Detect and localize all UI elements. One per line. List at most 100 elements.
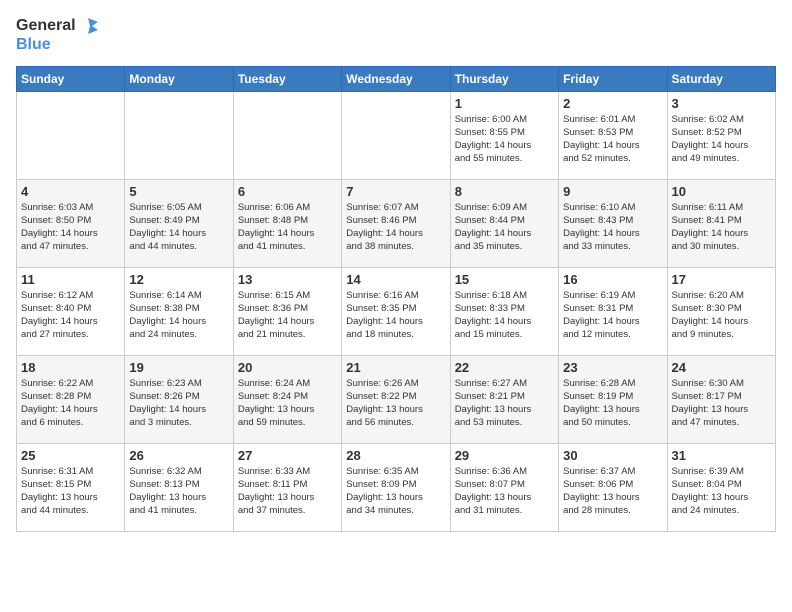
calendar-body: 1Sunrise: 6:00 AM Sunset: 8:55 PM Daylig… bbox=[17, 91, 776, 531]
calendar-cell: 24 Sunrise: 6:30 AM Sunset: 8:17 PM Dayli… bbox=[667, 355, 775, 443]
calendar-cell: 29 Sunrise: 6:36 AM Sunset: 8:07 PM Dayli… bbox=[450, 443, 558, 531]
day-number: 25 bbox=[21, 448, 120, 463]
logo-display: General Blue bbox=[16, 16, 98, 54]
day-number: 6 bbox=[238, 184, 337, 199]
logo-blue: Blue bbox=[16, 36, 51, 53]
day-number: 26 bbox=[129, 448, 228, 463]
day-info: Sunrise: 6:10 AM Sunset: 8:43 PM Dayligh… bbox=[563, 201, 662, 254]
day-info: Sunrise: 6:01 AM Sunset: 8:53 PM Dayligh… bbox=[563, 113, 662, 166]
calendar-table: SundayMondayTuesdayWednesdayThursdayFrid… bbox=[16, 66, 776, 532]
day-info: Sunrise: 6:36 AM Sunset: 8:07 PM Dayligh… bbox=[455, 465, 554, 518]
calendar-cell: 7 Sunrise: 6:07 AM Sunset: 8:46 PM Daylig… bbox=[342, 179, 450, 267]
day-number: 27 bbox=[238, 448, 337, 463]
day-number: 20 bbox=[238, 360, 337, 375]
calendar-cell: 8Sunrise: 6:09 AM Sunset: 8:44 PM Daylig… bbox=[450, 179, 558, 267]
day-number: 7 bbox=[346, 184, 445, 199]
day-number: 5 bbox=[129, 184, 228, 199]
calendar-cell: 6 Sunrise: 6:06 AM Sunset: 8:48 PM Daylig… bbox=[233, 179, 341, 267]
day-number: 24 bbox=[672, 360, 771, 375]
day-number: 22 bbox=[455, 360, 554, 375]
calendar-cell: 1Sunrise: 6:00 AM Sunset: 8:55 PM Daylig… bbox=[450, 91, 558, 179]
day-info: Sunrise: 6:28 AM Sunset: 8:19 PM Dayligh… bbox=[563, 377, 662, 430]
calendar-cell: 31Sunrise: 6:39 AM Sunset: 8:04 PM Dayli… bbox=[667, 443, 775, 531]
day-info: Sunrise: 6:39 AM Sunset: 8:04 PM Dayligh… bbox=[672, 465, 771, 518]
day-header-wednesday: Wednesday bbox=[342, 66, 450, 91]
day-info: Sunrise: 6:22 AM Sunset: 8:28 PM Dayligh… bbox=[21, 377, 120, 430]
day-number: 29 bbox=[455, 448, 554, 463]
calendar-cell: 3 Sunrise: 6:02 AM Sunset: 8:52 PM Daylig… bbox=[667, 91, 775, 179]
calendar-cell: 26 Sunrise: 6:32 AM Sunset: 8:13 PM Dayli… bbox=[125, 443, 233, 531]
day-number: 2 bbox=[563, 96, 662, 111]
day-number: 12 bbox=[129, 272, 228, 287]
calendar-cell: 2 Sunrise: 6:01 AM Sunset: 8:53 PM Daylig… bbox=[559, 91, 667, 179]
day-number: 15 bbox=[455, 272, 554, 287]
day-info: Sunrise: 6:35 AM Sunset: 8:09 PM Dayligh… bbox=[346, 465, 445, 518]
day-number: 11 bbox=[21, 272, 120, 287]
day-info: Sunrise: 6:31 AM Sunset: 8:15 PM Dayligh… bbox=[21, 465, 120, 518]
logo-bird-icon bbox=[78, 16, 98, 36]
day-info: Sunrise: 6:14 AM Sunset: 8:38 PM Dayligh… bbox=[129, 289, 228, 342]
day-info: Sunrise: 6:30 AM Sunset: 8:17 PM Dayligh… bbox=[672, 377, 771, 430]
day-number: 21 bbox=[346, 360, 445, 375]
calendar-cell: 9Sunrise: 6:10 AM Sunset: 8:43 PM Daylig… bbox=[559, 179, 667, 267]
calendar-week-5: 25 Sunrise: 6:31 AM Sunset: 8:15 PM Dayli… bbox=[17, 443, 776, 531]
day-info: Sunrise: 6:19 AM Sunset: 8:31 PM Dayligh… bbox=[563, 289, 662, 342]
day-header-sunday: Sunday bbox=[17, 66, 125, 91]
day-info: Sunrise: 6:23 AM Sunset: 8:26 PM Dayligh… bbox=[129, 377, 228, 430]
calendar-cell: 27 Sunrise: 6:33 AM Sunset: 8:11 PM Dayli… bbox=[233, 443, 341, 531]
day-number: 16 bbox=[563, 272, 662, 287]
day-info: Sunrise: 6:27 AM Sunset: 8:21 PM Dayligh… bbox=[455, 377, 554, 430]
day-number: 23 bbox=[563, 360, 662, 375]
day-info: Sunrise: 6:33 AM Sunset: 8:11 PM Dayligh… bbox=[238, 465, 337, 518]
calendar-cell: 23 Sunrise: 6:28 AM Sunset: 8:19 PM Dayli… bbox=[559, 355, 667, 443]
calendar-cell: 15 Sunrise: 6:18 AM Sunset: 8:33 PM Dayli… bbox=[450, 267, 558, 355]
day-number: 3 bbox=[672, 96, 771, 111]
logo-general: General bbox=[16, 17, 76, 35]
calendar-header: SundayMondayTuesdayWednesdayThursdayFrid… bbox=[17, 66, 776, 91]
calendar-cell: 16 Sunrise: 6:19 AM Sunset: 8:31 PM Dayli… bbox=[559, 267, 667, 355]
day-info: Sunrise: 6:11 AM Sunset: 8:41 PM Dayligh… bbox=[672, 201, 771, 254]
calendar-cell: 17 Sunrise: 6:20 AM Sunset: 8:30 PM Dayli… bbox=[667, 267, 775, 355]
day-info: Sunrise: 6:26 AM Sunset: 8:22 PM Dayligh… bbox=[346, 377, 445, 430]
logo: General Blue bbox=[16, 16, 98, 54]
day-info: Sunrise: 6:00 AM Sunset: 8:55 PM Dayligh… bbox=[455, 113, 554, 166]
calendar-week-1: 1Sunrise: 6:00 AM Sunset: 8:55 PM Daylig… bbox=[17, 91, 776, 179]
calendar-cell bbox=[125, 91, 233, 179]
calendar-week-3: 11 Sunrise: 6:12 AM Sunset: 8:40 PM Dayli… bbox=[17, 267, 776, 355]
calendar-cell: 14 Sunrise: 6:16 AM Sunset: 8:35 PM Dayli… bbox=[342, 267, 450, 355]
calendar-cell bbox=[233, 91, 341, 179]
day-number: 19 bbox=[129, 360, 228, 375]
day-info: Sunrise: 6:06 AM Sunset: 8:48 PM Dayligh… bbox=[238, 201, 337, 254]
day-number: 17 bbox=[672, 272, 771, 287]
calendar-cell: 20Sunrise: 6:24 AM Sunset: 8:24 PM Dayli… bbox=[233, 355, 341, 443]
day-header-friday: Friday bbox=[559, 66, 667, 91]
day-info: Sunrise: 6:03 AM Sunset: 8:50 PM Dayligh… bbox=[21, 201, 120, 254]
calendar-cell: 19 Sunrise: 6:23 AM Sunset: 8:26 PM Dayli… bbox=[125, 355, 233, 443]
calendar-cell: 18 Sunrise: 6:22 AM Sunset: 8:28 PM Dayli… bbox=[17, 355, 125, 443]
page-header: General Blue bbox=[16, 16, 776, 54]
calendar-week-4: 18 Sunrise: 6:22 AM Sunset: 8:28 PM Dayli… bbox=[17, 355, 776, 443]
day-info: Sunrise: 6:32 AM Sunset: 8:13 PM Dayligh… bbox=[129, 465, 228, 518]
calendar-cell: 4 Sunrise: 6:03 AM Sunset: 8:50 PM Daylig… bbox=[17, 179, 125, 267]
day-number: 28 bbox=[346, 448, 445, 463]
calendar-cell bbox=[342, 91, 450, 179]
day-header-tuesday: Tuesday bbox=[233, 66, 341, 91]
day-number: 4 bbox=[21, 184, 120, 199]
day-info: Sunrise: 6:07 AM Sunset: 8:46 PM Dayligh… bbox=[346, 201, 445, 254]
calendar-cell bbox=[17, 91, 125, 179]
calendar-week-2: 4 Sunrise: 6:03 AM Sunset: 8:50 PM Daylig… bbox=[17, 179, 776, 267]
day-info: Sunrise: 6:16 AM Sunset: 8:35 PM Dayligh… bbox=[346, 289, 445, 342]
day-header-thursday: Thursday bbox=[450, 66, 558, 91]
calendar-cell: 22 Sunrise: 6:27 AM Sunset: 8:21 PM Dayli… bbox=[450, 355, 558, 443]
day-info: Sunrise: 6:18 AM Sunset: 8:33 PM Dayligh… bbox=[455, 289, 554, 342]
day-number: 13 bbox=[238, 272, 337, 287]
calendar-cell: 30Sunrise: 6:37 AM Sunset: 8:06 PM Dayli… bbox=[559, 443, 667, 531]
day-info: Sunrise: 6:20 AM Sunset: 8:30 PM Dayligh… bbox=[672, 289, 771, 342]
day-number: 14 bbox=[346, 272, 445, 287]
day-info: Sunrise: 6:02 AM Sunset: 8:52 PM Dayligh… bbox=[672, 113, 771, 166]
calendar-cell: 10Sunrise: 6:11 AM Sunset: 8:41 PM Dayli… bbox=[667, 179, 775, 267]
day-info: Sunrise: 6:37 AM Sunset: 8:06 PM Dayligh… bbox=[563, 465, 662, 518]
day-info: Sunrise: 6:12 AM Sunset: 8:40 PM Dayligh… bbox=[21, 289, 120, 342]
day-number: 18 bbox=[21, 360, 120, 375]
calendar-cell: 25 Sunrise: 6:31 AM Sunset: 8:15 PM Dayli… bbox=[17, 443, 125, 531]
